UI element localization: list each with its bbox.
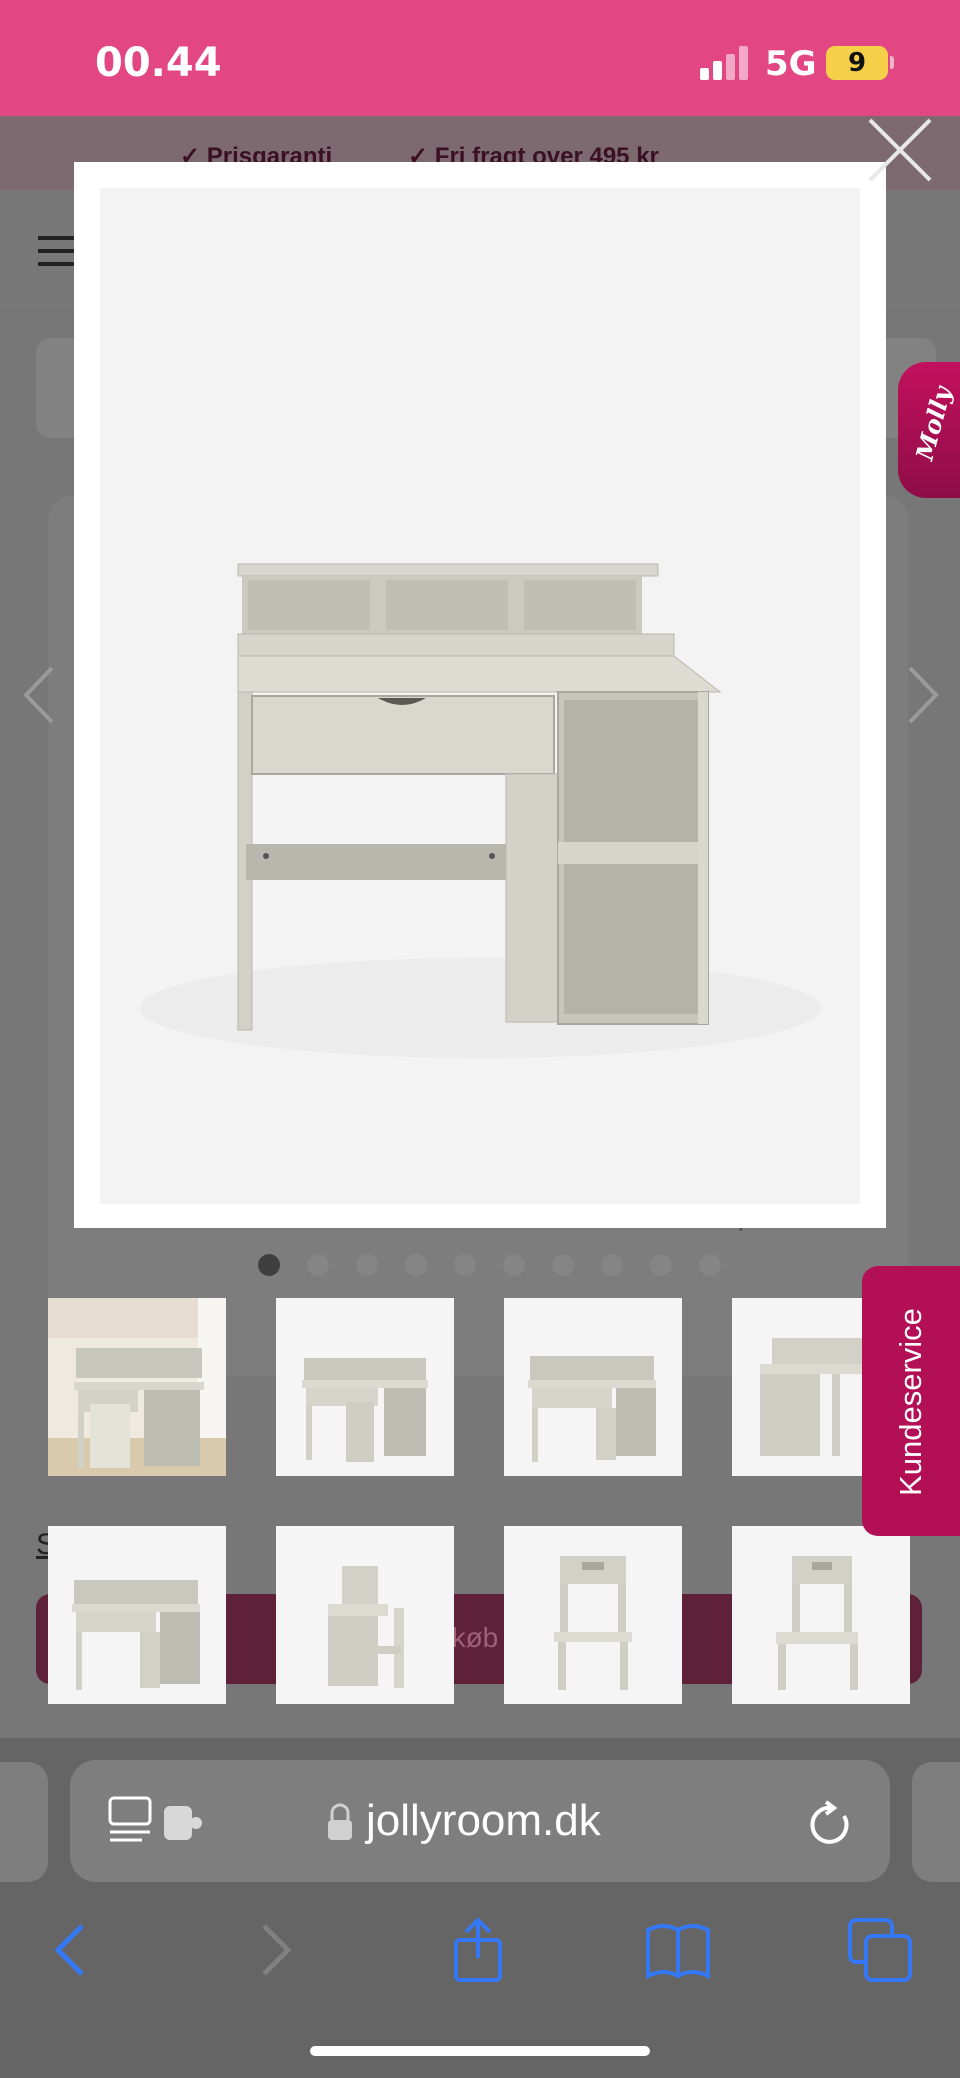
lock-icon bbox=[328, 1803, 352, 1840]
previous-tab[interactable] bbox=[0, 1762, 48, 1882]
network-label: 5G bbox=[765, 44, 817, 84]
molly-label: Molly bbox=[909, 383, 958, 464]
home-indicator bbox=[310, 2046, 650, 2056]
gallery-dot[interactable] bbox=[258, 1254, 280, 1276]
close-icon[interactable] bbox=[862, 112, 938, 188]
menu-icon[interactable] bbox=[38, 236, 78, 266]
thumbnail-chair-front[interactable] bbox=[504, 1526, 682, 1704]
desk-image bbox=[140, 563, 820, 1058]
gallery-dot[interactable] bbox=[307, 1254, 329, 1276]
address-bar[interactable]: jollyroom.dk bbox=[70, 1760, 890, 1882]
gallery-dot[interactable] bbox=[356, 1254, 378, 1276]
browser-chrome: jollyroom.dk bbox=[0, 1736, 960, 2078]
thumbnail-desk-front[interactable] bbox=[504, 1298, 682, 1476]
forward-icon[interactable] bbox=[238, 1914, 310, 1986]
share-icon[interactable] bbox=[442, 1914, 514, 1986]
url-text: jollyroom.dk bbox=[366, 1796, 601, 1845]
chevron-left-icon[interactable] bbox=[18, 660, 62, 730]
gallery-dot[interactable] bbox=[601, 1254, 623, 1276]
gallery-dot[interactable] bbox=[552, 1254, 574, 1276]
status-time: 00.44 bbox=[95, 40, 222, 86]
thumbnail-desk-and-chair[interactable] bbox=[276, 1298, 454, 1476]
customer-service-label: Kundeservice bbox=[893, 1308, 928, 1496]
battery-icon: 9 bbox=[826, 46, 888, 80]
status-bar: 00.44 5G 9 bbox=[0, 0, 960, 116]
thumbnail-chair-angle[interactable] bbox=[732, 1526, 910, 1704]
gallery-dot[interactable] bbox=[405, 1254, 427, 1276]
book-icon[interactable] bbox=[642, 1914, 714, 1986]
gallery-dot[interactable] bbox=[454, 1254, 476, 1276]
image-lightbox bbox=[74, 162, 886, 1228]
battery-tip bbox=[890, 56, 894, 69]
next-tab[interactable] bbox=[912, 1762, 960, 1882]
tabs-icon[interactable] bbox=[844, 1914, 916, 1986]
molly-chat-tab[interactable]: Molly bbox=[898, 362, 960, 498]
reload-icon[interactable] bbox=[808, 1798, 854, 1848]
gallery-dots bbox=[258, 1254, 738, 1278]
thumbnail-desk-and-chair-side[interactable] bbox=[276, 1526, 454, 1704]
customer-service-tab[interactable]: Kundeservice bbox=[862, 1266, 960, 1536]
thumbnail-desk-front-2[interactable] bbox=[48, 1526, 226, 1704]
back-icon[interactable] bbox=[36, 1914, 108, 1986]
chevron-right-icon[interactable] bbox=[900, 660, 944, 730]
product-image[interactable] bbox=[100, 188, 860, 1204]
thumbnail-room-scene[interactable] bbox=[48, 1298, 226, 1476]
gallery-dot[interactable] bbox=[699, 1254, 721, 1276]
gallery-dot[interactable] bbox=[650, 1254, 672, 1276]
reader-icon[interactable] bbox=[108, 1796, 208, 1846]
gallery-dot[interactable] bbox=[503, 1254, 525, 1276]
signal-icon bbox=[700, 46, 752, 80]
